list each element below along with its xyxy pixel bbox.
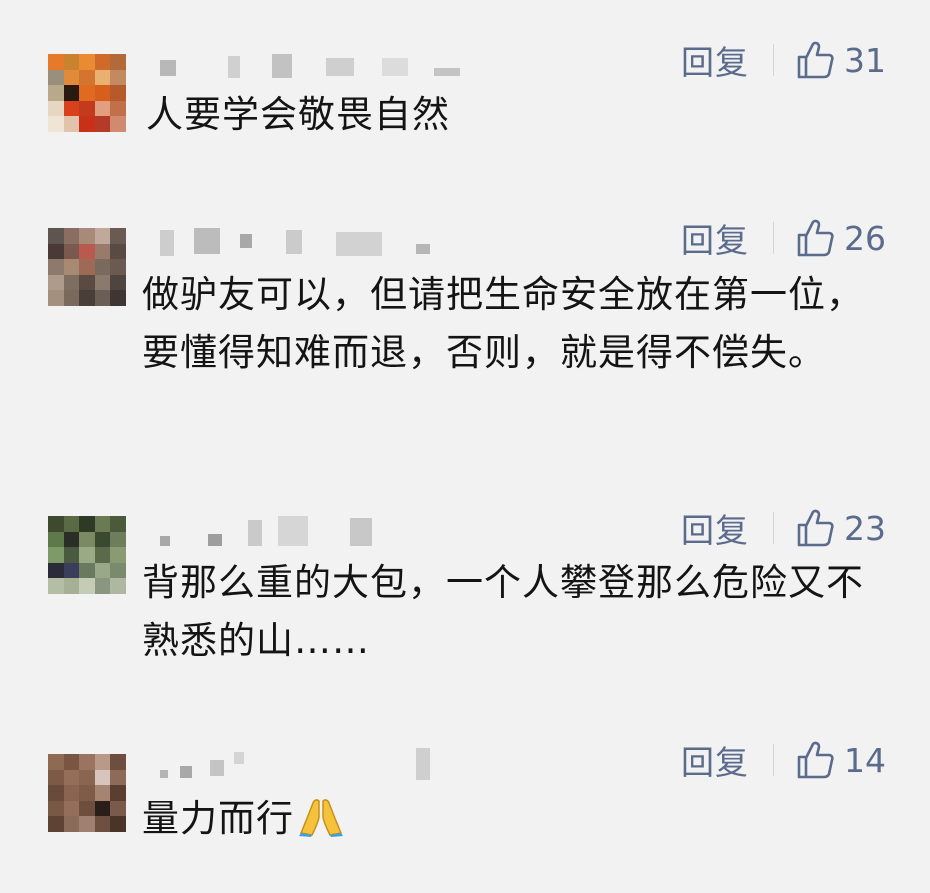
- reply-button[interactable]: 回复: [681, 736, 749, 784]
- comment-actions: 回复 26: [681, 218, 886, 261]
- like-count: 23: [844, 508, 886, 548]
- divider: [773, 512, 774, 544]
- comment-text-line: 量力而行: [142, 790, 872, 848]
- thumbs-up-icon[interactable]: [796, 740, 834, 780]
- reply-button[interactable]: 回复: [681, 214, 749, 262]
- thumbs-up-icon[interactable]: [796, 218, 834, 258]
- reply-button[interactable]: 回复: [681, 504, 749, 552]
- thumbs-up-icon[interactable]: [796, 508, 834, 548]
- avatar[interactable]: [48, 54, 126, 132]
- blurred-username: [150, 46, 470, 80]
- divider: [773, 222, 774, 254]
- reply-button[interactable]: 回复: [681, 36, 749, 84]
- comment-actions: 回复 23: [681, 508, 886, 551]
- avatar[interactable]: [48, 516, 126, 594]
- blurred-username: [150, 222, 470, 256]
- like-count: 14: [844, 740, 886, 780]
- comment-text: 背那么重的大包，一个人攀登那么危险又不熟悉的山……: [142, 561, 864, 662]
- avatar[interactable]: [48, 228, 126, 306]
- like-count: 26: [844, 218, 886, 258]
- divider: [773, 44, 774, 76]
- folded-hands-icon: [299, 799, 343, 837]
- comment-text: 做驴友可以，但请把生命安全放在第一位，要懂得知难而退，否则，就是得不偿失。: [142, 273, 864, 374]
- divider: [773, 744, 774, 776]
- comment-actions: 回复 14: [681, 740, 886, 783]
- blurred-username: [150, 746, 470, 780]
- comment-text: 人要学会敬畏自然: [146, 93, 450, 136]
- comment-actions: 回复 31: [681, 40, 886, 83]
- avatar[interactable]: [48, 754, 126, 832]
- comment-text: 量力而行: [142, 797, 294, 840]
- thumbs-up-icon[interactable]: [796, 40, 834, 80]
- like-count: 31: [844, 40, 886, 80]
- blurred-username: [150, 512, 470, 546]
